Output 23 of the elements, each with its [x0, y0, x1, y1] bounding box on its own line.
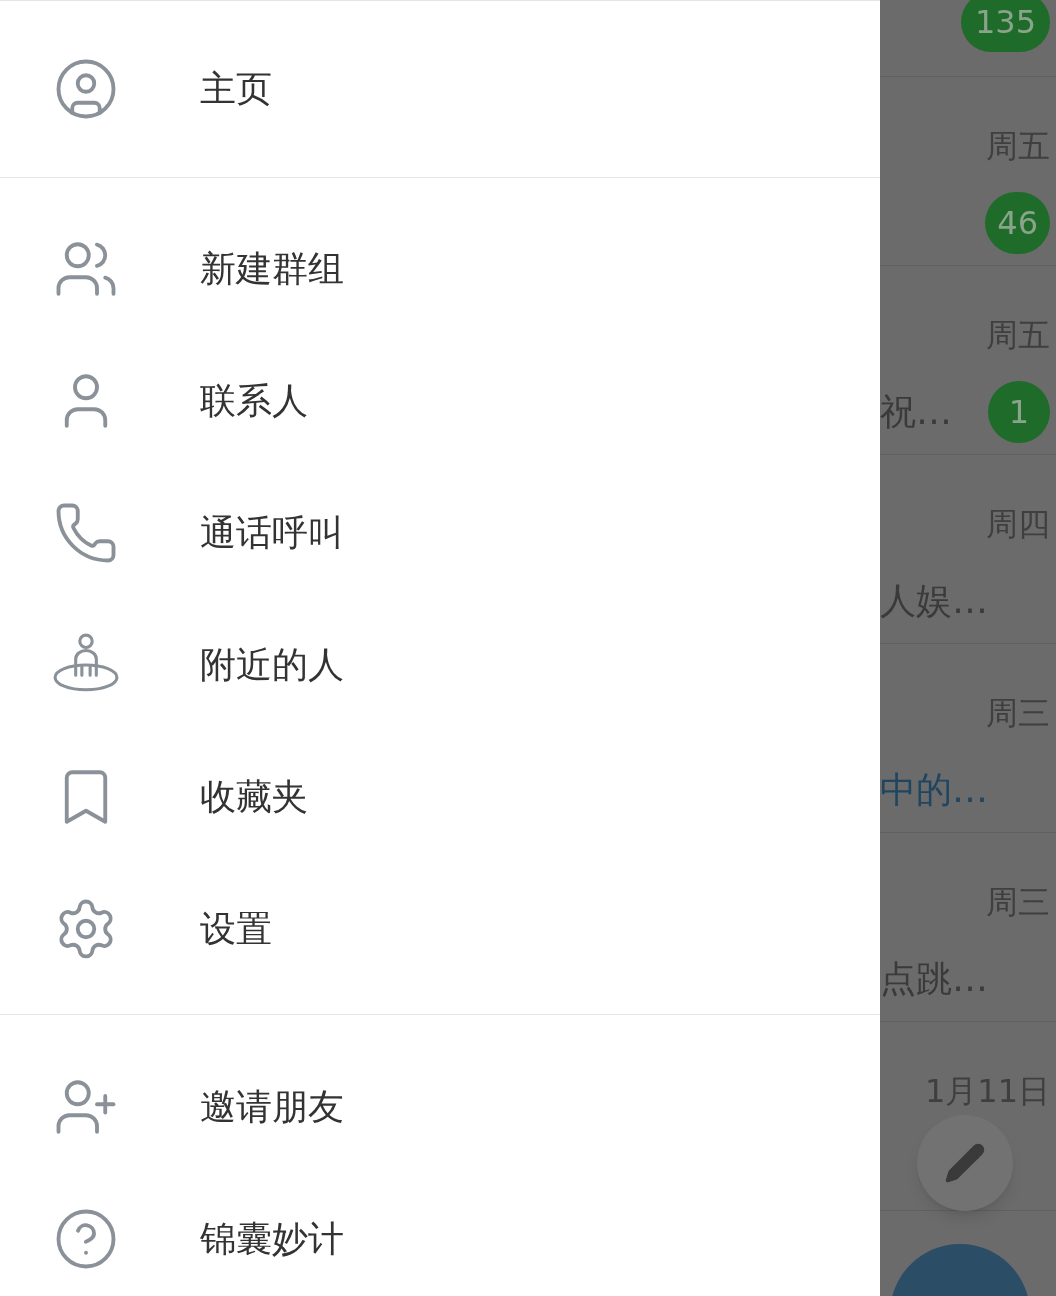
menu-item-label: 主页 [200, 67, 272, 111]
menu-item[interactable]: 设置 [0, 863, 880, 995]
menu-item-label: 通话呼叫 [200, 511, 344, 555]
message-preview: 中的… [880, 768, 988, 812]
menu-item-label: 设置 [200, 907, 272, 951]
menu-item-label: 锦囊妙计 [200, 1217, 344, 1261]
menu-item[interactable]: 收藏夹 [0, 731, 880, 863]
menu-item[interactable]: 邀请朋友 [0, 1041, 880, 1173]
menu-item[interactable]: 附近的人 [0, 599, 880, 731]
menu-item[interactable]: 主页 [0, 1, 880, 177]
unread-badge: 46 [985, 192, 1050, 254]
pencil-icon [943, 1141, 987, 1185]
menu-item[interactable]: 新建群组 [0, 203, 880, 335]
menu-item[interactable]: 锦囊妙计 [0, 1173, 880, 1296]
unread-badge: 1 [988, 381, 1050, 443]
menu-item-label: 新建群组 [200, 247, 344, 291]
menu-item[interactable]: 通话呼叫 [0, 467, 880, 599]
menu-item[interactable]: 联系人 [0, 335, 880, 467]
menu-item-label: 联系人 [200, 379, 308, 423]
menu-item-label: 邀请朋友 [200, 1085, 344, 1129]
unread-badge: 135 [960, 0, 1050, 52]
menu-item-label: 收藏夹 [200, 775, 308, 819]
menu-item-label: 附近的人 [200, 643, 344, 687]
